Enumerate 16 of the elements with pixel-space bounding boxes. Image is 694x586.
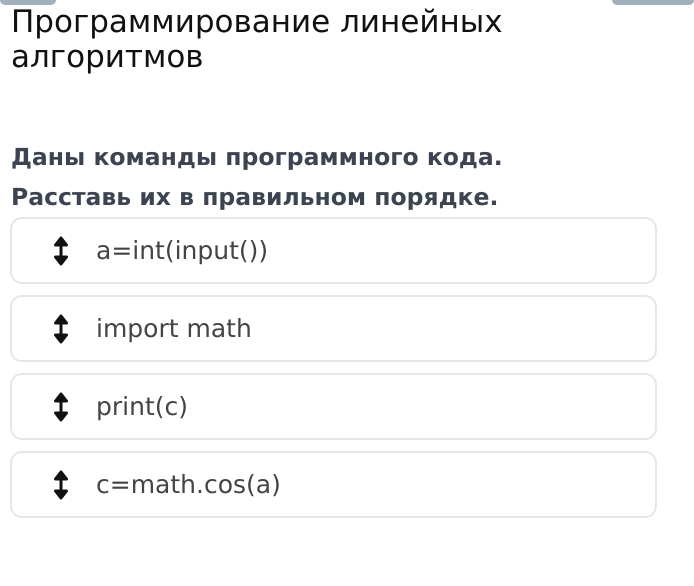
draggable-item[interactable]: c=math.cos(a) (10, 451, 657, 518)
code-line: print(c) (96, 392, 188, 421)
vertical-arrows-icon (54, 236, 68, 266)
button-edge[interactable] (0, 0, 56, 5)
draggable-item[interactable]: a=int(input()) (10, 217, 657, 284)
code-line: import math (96, 314, 252, 343)
lesson-title: Программирование линейных алгоритмов (11, 5, 504, 75)
draggable-item[interactable]: print(c) (10, 373, 657, 440)
button-edge[interactable] (612, 0, 694, 5)
code-line: a=int(input()) (96, 236, 268, 265)
vertical-arrows-icon (54, 314, 68, 344)
vertical-arrows-icon (54, 392, 68, 422)
question-text: Даны команды программного кода. Расставь их в правильном порядке. (11, 142, 504, 213)
vertical-arrows-icon (54, 470, 68, 500)
draggable-item[interactable]: import math (10, 295, 657, 362)
code-line: c=math.cos(a) (96, 470, 281, 499)
